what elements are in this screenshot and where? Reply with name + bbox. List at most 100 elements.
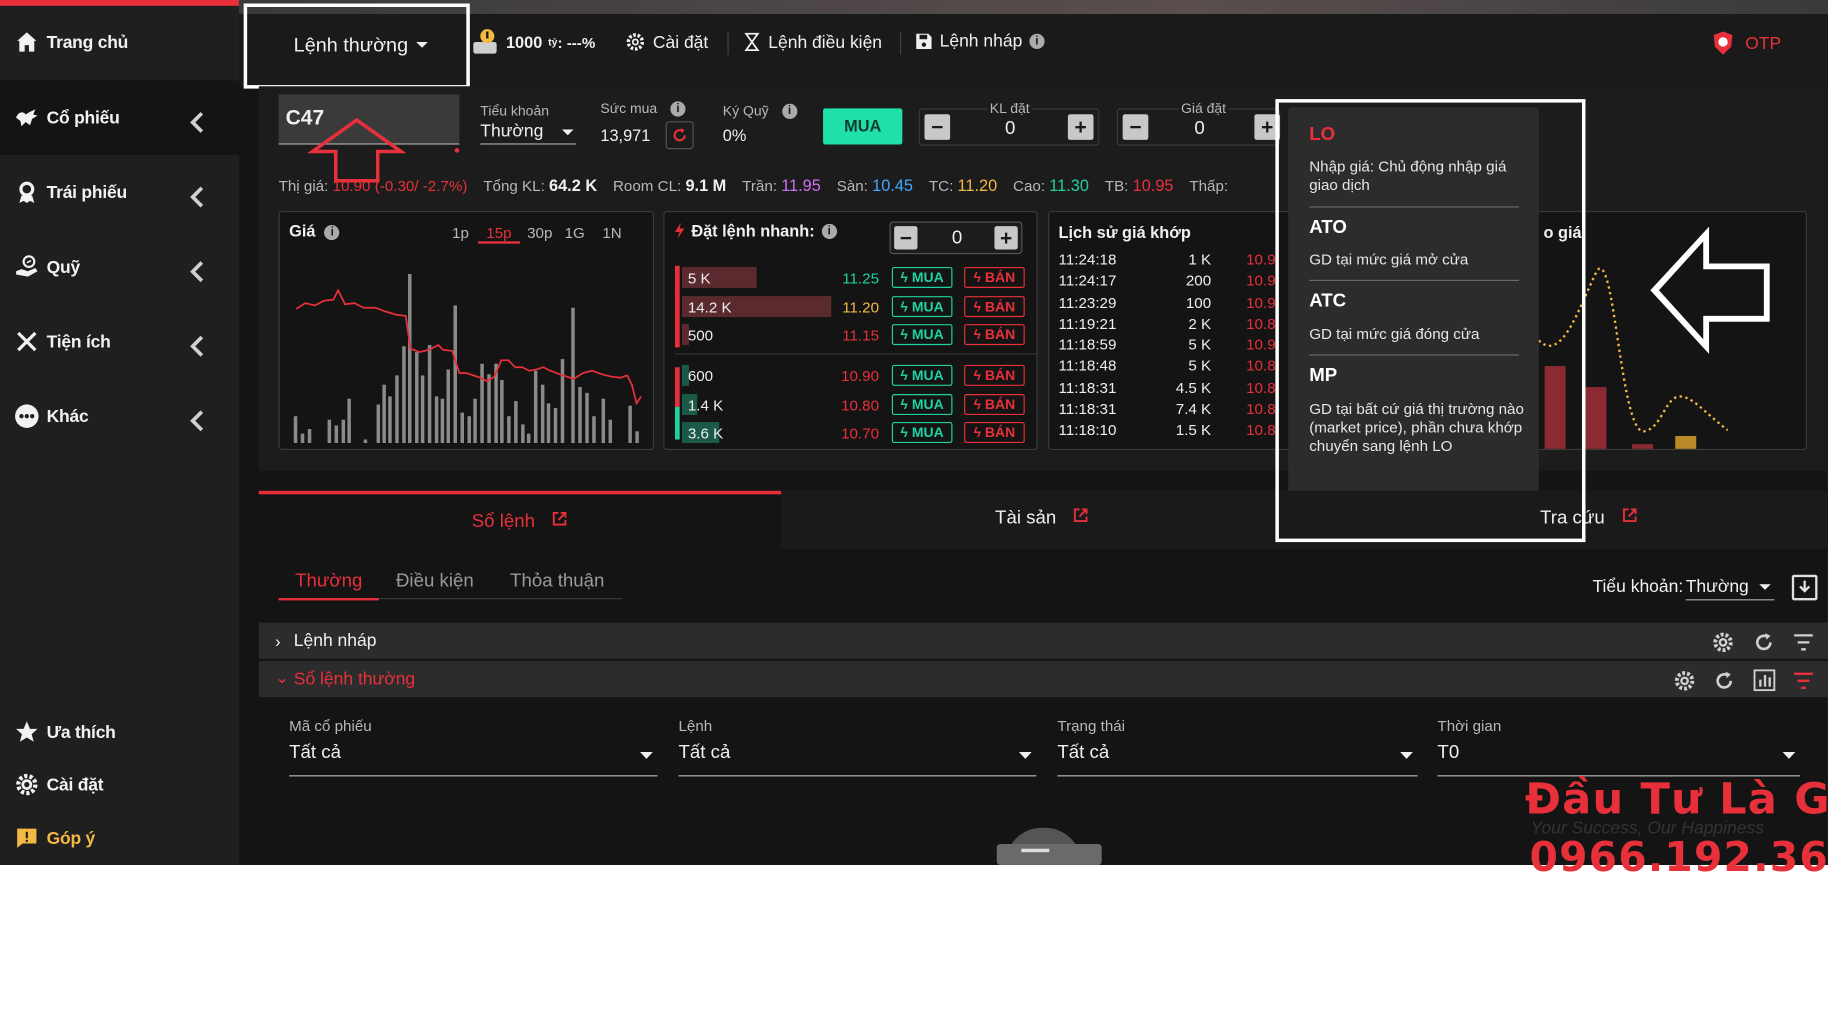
- chart-icon[interactable]: [1753, 669, 1776, 692]
- subtab-normal[interactable]: Thường: [278, 571, 379, 601]
- price-label: Giá đặt: [1178, 100, 1229, 117]
- download-button[interactable]: [1791, 574, 1818, 601]
- subtab-agreement[interactable]: Thỏa thuận: [499, 571, 616, 592]
- range-tab-1g[interactable]: 1G: [562, 224, 588, 244]
- filter-value: T0: [1437, 742, 1460, 763]
- filter-icon[interactable]: [1793, 672, 1814, 691]
- orderbook-row[interactable]: 5 K 11.25 ϟ MUA ϟ BÁN: [681, 265, 1032, 293]
- history-row: 11:18:31 7.4 K 10.8: [1059, 400, 1292, 421]
- quick-sell-button[interactable]: ϟ BÁN: [964, 295, 1025, 317]
- range-tab-1p[interactable]: 1p: [448, 224, 474, 244]
- quick-sell-label: BÁN: [984, 297, 1016, 315]
- orderbook-row[interactable]: 3.6 K 10.70 ϟ MUA ϟ BÁN: [681, 420, 1032, 448]
- quick-sell-button[interactable]: ϟ BÁN: [964, 364, 1025, 386]
- tab-assets[interactable]: Tài sản: [781, 491, 1303, 549]
- filter-select[interactable]: Tất cả: [678, 742, 1037, 777]
- draft-section-title: Lệnh nháp: [293, 630, 377, 651]
- draft-section-header[interactable]: › Lệnh nháp: [258, 622, 1828, 659]
- refresh-icon[interactable]: [1714, 670, 1735, 691]
- gear-icon: [626, 33, 645, 51]
- filter-select[interactable]: T0: [1437, 743, 1800, 777]
- gear-icon[interactable]: [1673, 669, 1696, 692]
- highlight-frame-order-type: [243, 3, 470, 89]
- filter-select[interactable]: Tất cả: [1057, 743, 1418, 777]
- download-icon: [1799, 580, 1811, 593]
- filter-icon[interactable]: [1793, 633, 1814, 652]
- quantity-stepper[interactable]: KL đặt − 0 +: [918, 100, 1100, 146]
- history-volume: 1.5 K: [1175, 421, 1212, 439]
- empty-state-line: [1021, 848, 1050, 853]
- quick-buy-button[interactable]: ϟ MUA: [891, 364, 953, 386]
- orderbook-price: 10.70: [841, 424, 880, 442]
- sidebar-item-stocks[interactable]: Cổ phiếu: [0, 80, 239, 156]
- sidebar-item-funds[interactable]: Quỹ: [0, 230, 239, 305]
- quick-buy-button[interactable]: ϟ MUA: [891, 324, 953, 346]
- orderbook-row[interactable]: 600 10.90 ϟ MUA ϟ BÁN: [681, 363, 1032, 391]
- margin-label-wrap: Ký Quỹ i: [723, 103, 798, 120]
- quick-sell-button[interactable]: ϟ BÁN: [964, 324, 1025, 346]
- range-tab-15p[interactable]: 15p: [477, 224, 520, 244]
- buying-power-label: Sức mua: [600, 100, 658, 117]
- conditional-order-button[interactable]: Lệnh điều kiện: [743, 31, 882, 52]
- history-row: 11:18:10 1.5 K 10.8: [1059, 421, 1292, 442]
- quick-buy-button[interactable]: ϟ MUA: [891, 266, 953, 288]
- info-icon[interactable]: i: [821, 223, 837, 239]
- quick-sell-button[interactable]: ϟ BÁN: [964, 266, 1025, 288]
- tab-label: Sổ lệnh: [471, 511, 535, 532]
- filter-value: Tất cả: [678, 742, 731, 763]
- lightning-icon: ϟ: [900, 395, 912, 413]
- sidebar-item-label: Tiện ích: [46, 331, 111, 352]
- quick-qty-stepper[interactable]: − 0 +: [889, 221, 1023, 255]
- buy-button[interactable]: MUA: [823, 108, 903, 145]
- sidebar-item-bonds[interactable]: Trái phiếu: [0, 155, 239, 230]
- sidebar-item-label: Cổ phiếu: [46, 107, 120, 128]
- quick-buy-button[interactable]: ϟ MUA: [891, 295, 953, 317]
- quick-sell-label: BÁN: [984, 424, 1016, 441]
- info-icon[interactable]: i: [670, 101, 686, 117]
- ceiling-label: Trần:: [742, 177, 777, 195]
- sub-account-select[interactable]: Thường: [480, 121, 576, 145]
- subtab-conditional[interactable]: Điều kiện: [388, 571, 481, 592]
- low-label: Thấp:: [1189, 177, 1229, 195]
- orderbook-row[interactable]: 500 11.15 ϟ MUA ϟ BÁN: [681, 322, 1032, 350]
- settings-button[interactable]: Cài đặt: [625, 31, 708, 52]
- sub-account-filter-select[interactable]: Thường: [1685, 577, 1775, 601]
- quick-sell-button[interactable]: ϟ BÁN: [964, 393, 1025, 415]
- refresh-button[interactable]: [665, 121, 694, 150]
- quick-sell-button[interactable]: ϟ BÁN: [964, 422, 1025, 444]
- info-icon[interactable]: i: [324, 224, 340, 240]
- filter-select[interactable]: Tất cả: [289, 743, 658, 777]
- range-tab-30p[interactable]: 30p: [525, 224, 555, 244]
- price-stepper[interactable]: Giá đặt − 0 +: [1116, 100, 1281, 146]
- market-price-label: Thị giá:: [278, 177, 329, 195]
- info-icon[interactable]: i: [1029, 33, 1045, 49]
- credit-info[interactable]: 1000 tỷ : ---%: [471, 28, 595, 56]
- volume-bar: [1585, 387, 1607, 449]
- volume-bar: [1675, 436, 1697, 449]
- range-tab-1n[interactable]: 1N: [599, 224, 625, 244]
- sidebar-item-utilities[interactable]: Tiện ích: [0, 304, 239, 379]
- sidebar-item-other[interactable]: Khác: [0, 379, 239, 454]
- quick-buy-button[interactable]: ϟ MUA: [891, 422, 953, 444]
- tab-order-book[interactable]: Sổ lệnh: [258, 490, 782, 550]
- draft-order-button[interactable]: Lệnh nháp i: [915, 31, 1045, 51]
- quote-bar: Thị giá: 10.90 (-0.30/ -2.7%) Tổng KL: 6…: [279, 176, 1229, 195]
- average-label: TB:: [1104, 177, 1129, 195]
- orderbook-row[interactable]: 1.4 K 10.80 ϟ MUA ϟ BÁN: [681, 391, 1032, 419]
- info-icon[interactable]: i: [781, 104, 798, 120]
- gear-icon[interactable]: [1711, 631, 1734, 654]
- orderbook-row[interactable]: 14.2 K 11.20 ϟ MUA ϟ BÁN: [681, 293, 1032, 321]
- tab-label: Tài sản: [995, 508, 1057, 529]
- external-link-icon: [1622, 508, 1637, 523]
- refresh-icon[interactable]: [1753, 632, 1774, 653]
- quick-buy-button[interactable]: ϟ MUA: [891, 393, 953, 415]
- plus-button[interactable]: +: [994, 226, 1018, 250]
- normal-orders-section-header[interactable]: ⌄ Sổ lệnh thường: [258, 661, 1828, 698]
- sidebar-item-label: Ưa thích: [46, 722, 116, 743]
- sidebar-item-home[interactable]: Trang chủ: [0, 5, 239, 80]
- history-time: 11:18:48: [1058, 357, 1117, 375]
- otp-button[interactable]: OTP: [1711, 30, 1781, 56]
- plus-button[interactable]: +: [1067, 114, 1094, 140]
- divider: [899, 31, 902, 55]
- quick-buy-label: MUA: [911, 269, 944, 286]
